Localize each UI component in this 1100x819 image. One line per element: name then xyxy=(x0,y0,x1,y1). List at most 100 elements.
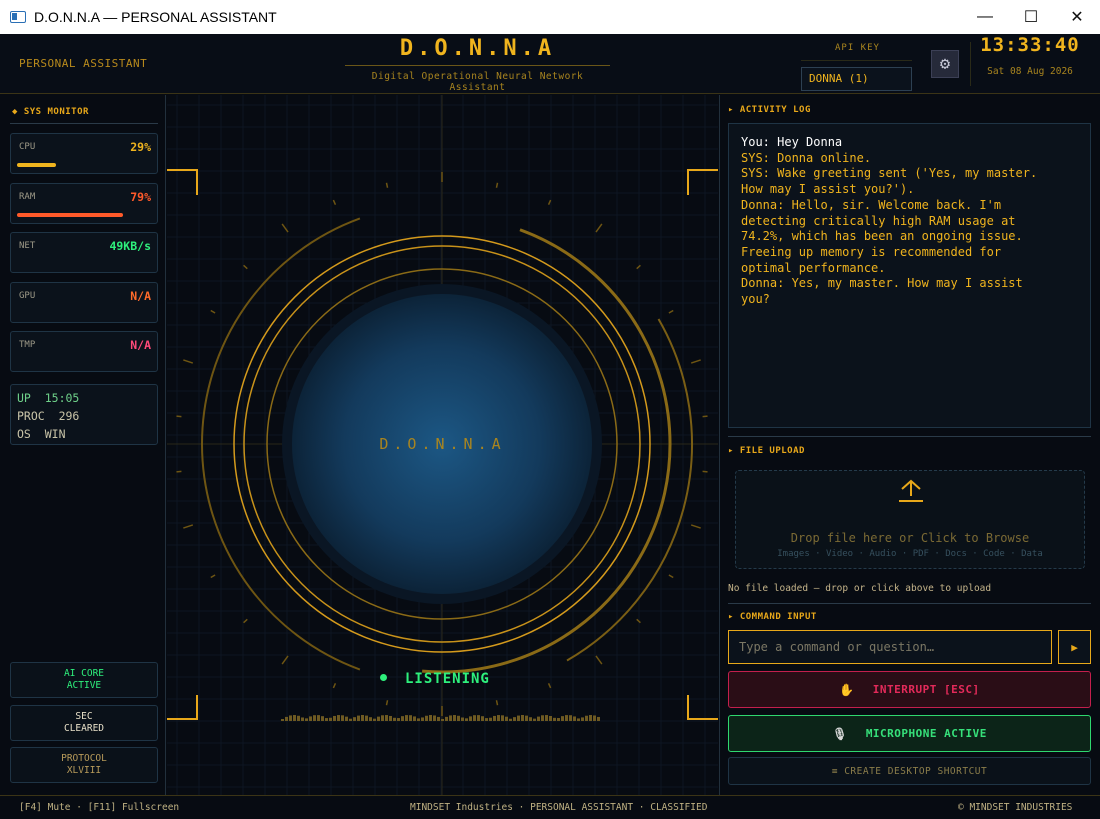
waveform-bar xyxy=(433,715,436,721)
waveform-bar xyxy=(477,715,480,721)
waveform-bar xyxy=(565,715,568,721)
system-info-box: UP 15:05 PROC 296 OS WIN xyxy=(10,384,158,445)
close-button[interactable]: ✕ xyxy=(1054,0,1100,34)
waveform-bar xyxy=(389,715,392,721)
waveform-bar xyxy=(393,717,396,721)
waveform-bar xyxy=(485,718,488,721)
waveform-bar xyxy=(457,715,460,721)
microphone-button[interactable]: 🎙 MICROPHONE ACTIVE xyxy=(728,715,1091,752)
waveform-bar xyxy=(437,716,440,721)
protocol-line2: XLVIII xyxy=(66,765,102,776)
security-line1: SEC xyxy=(75,711,93,722)
ai-core-line2: ACTIVE xyxy=(66,680,102,691)
waveform-bar xyxy=(529,717,532,721)
proc-value: 296 xyxy=(58,409,80,423)
hud-tick xyxy=(385,700,389,706)
listening-dot-icon xyxy=(380,673,387,681)
hud-tick xyxy=(183,524,194,529)
uptime-key: UP xyxy=(17,391,31,405)
waveform-bar xyxy=(305,718,308,721)
tmp-value: N/A xyxy=(130,338,151,352)
interrupt-label: INTERRUPT [ESC] xyxy=(872,683,980,696)
hud-tick xyxy=(385,182,389,188)
waveform-bar xyxy=(585,715,588,721)
ai-core-line1: AI CORE xyxy=(63,668,105,679)
waveform-bar xyxy=(441,718,444,721)
hud-tick xyxy=(595,223,603,233)
create-shortcut-button[interactable]: ≡ CREATE DESKTOP SHORTCUT xyxy=(728,757,1091,785)
waveform-bar xyxy=(345,716,348,721)
protocol-line1: PROTOCOL xyxy=(61,753,107,764)
interrupt-button[interactable]: ✋ INTERRUPT [ESC] xyxy=(728,671,1091,708)
api-key-divider xyxy=(801,60,912,61)
hand-icon: ✋ xyxy=(839,682,855,697)
gpu-value: N/A xyxy=(130,289,151,303)
cpu-stat: CPU 29% xyxy=(10,133,158,174)
waveform-bar xyxy=(541,715,544,721)
hud-tick xyxy=(332,199,337,205)
activity-log-title: ▸ ACTIVITY LOG xyxy=(728,105,811,115)
waveform-bar xyxy=(445,716,448,721)
waveform-bar xyxy=(377,716,380,721)
waveform-bar xyxy=(373,718,376,721)
waveform-bar xyxy=(597,716,600,721)
settings-button[interactable]: ⚙ xyxy=(931,50,959,78)
waveform-bar xyxy=(549,715,552,721)
waveform-bar xyxy=(465,718,468,721)
ram-label: RAM xyxy=(19,192,36,202)
api-key-label: API KEY xyxy=(835,43,880,53)
proc-key: PROC xyxy=(17,409,45,423)
send-button[interactable]: ▶ xyxy=(1058,630,1091,664)
cpu-value: 29% xyxy=(130,140,151,154)
cpu-label: CPU xyxy=(19,142,36,152)
hud-tick xyxy=(183,359,194,364)
waveform-bar xyxy=(533,718,536,721)
file-dropzone[interactable]: Drop file here or Click to Browse Images… xyxy=(735,470,1085,569)
waveform-bar xyxy=(357,715,360,721)
app-window-icon xyxy=(10,11,26,23)
maximize-button[interactable]: ☐ xyxy=(1008,0,1054,34)
ram-value: 79% xyxy=(130,190,151,204)
waveform-bar xyxy=(313,715,316,721)
log-entry: Donna: Hello, sir. Welcome back. I'm det… xyxy=(741,197,1023,275)
proc-row: PROC 296 xyxy=(17,407,151,425)
uptime-value: 15:05 xyxy=(44,391,80,405)
brand-divider xyxy=(345,65,610,66)
waveform-bar xyxy=(417,718,420,721)
command-input[interactable] xyxy=(728,630,1052,664)
upload-icon xyxy=(899,479,923,502)
waveform-bar xyxy=(521,715,524,721)
waveform-bar xyxy=(369,717,372,721)
ram-usage-bar xyxy=(17,213,123,217)
waveform-bar xyxy=(281,719,284,721)
minimize-button[interactable]: — xyxy=(962,0,1008,34)
api-key-selector[interactable]: DONNA (1) xyxy=(801,67,912,91)
waveform-bar xyxy=(569,715,572,721)
security-status: SEC CLEARED xyxy=(10,705,158,741)
waveform-bar xyxy=(397,718,400,721)
net-label: NET xyxy=(19,241,36,251)
listening-indicator: LISTENING xyxy=(380,671,490,687)
net-value: 49KB/s xyxy=(109,239,151,253)
hud-tick xyxy=(243,618,248,624)
sys-monitor-sidebar: ◆ SYS MONITOR CPU 29% RAM 79% NET 49KB/s… xyxy=(0,95,166,795)
log-entry: SYS: Donna online. xyxy=(741,150,872,165)
waveform-bar xyxy=(401,716,404,721)
waveform-bar xyxy=(469,716,472,721)
hud-tick xyxy=(176,415,182,418)
cpu-usage-bar xyxy=(17,163,56,167)
hud-tick xyxy=(668,309,674,314)
waveform-bar xyxy=(317,715,320,721)
waveform-bar xyxy=(385,715,388,721)
file-upload-title: ▸ FILE UPLOAD xyxy=(728,446,805,456)
waveform-bar xyxy=(409,715,412,721)
brand-block: D.O.N.N.A Digital Operational Neural Net… xyxy=(345,34,610,93)
waveform-bar xyxy=(577,718,580,721)
waveform-bar xyxy=(453,715,456,721)
waveform-bar xyxy=(429,715,432,721)
waveform-bar xyxy=(461,717,464,721)
waveform-bar xyxy=(405,715,408,721)
activity-log[interactable]: You: Hey Donna SYS: Donna online. SYS: Wak… xyxy=(728,123,1091,428)
os-key: OS xyxy=(17,427,31,441)
gpu-label: GPU xyxy=(19,291,36,301)
